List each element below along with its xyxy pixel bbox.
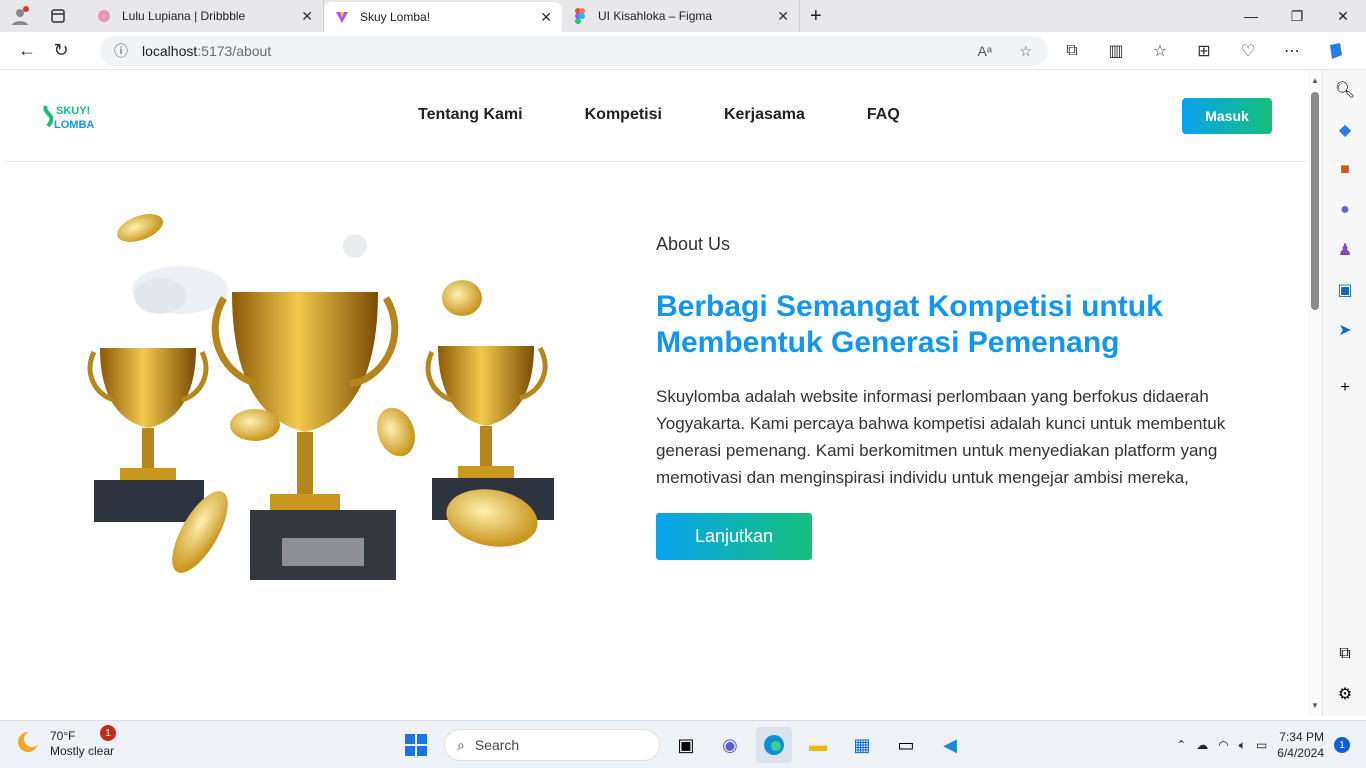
screenshot-icon[interactable]: ⧉	[1323, 634, 1366, 674]
split-screen-icon[interactable]: ▥	[1096, 36, 1136, 66]
performance-icon[interactable]: ♡	[1228, 36, 1268, 66]
menu-kompetisi[interactable]: Kompetisi	[585, 106, 662, 124]
dribbble-icon	[96, 8, 112, 24]
clock[interactable]: 7:34 PM 6/4/2024	[1277, 729, 1324, 761]
figma-icon	[572, 8, 588, 24]
copilot-icon[interactable]	[1316, 36, 1356, 66]
task-view-icon[interactable]: ▣	[668, 727, 704, 763]
extensions-icon[interactable]: ⧉	[1052, 36, 1092, 66]
close-window-icon[interactable]: ✕	[1320, 0, 1366, 32]
show-hidden-icons-icon[interactable]: ⌃	[1176, 738, 1186, 752]
skuy-lomba-logo[interactable]: SKUY! LOMBA	[42, 100, 114, 132]
about-section: About Us Berbagi Semangat Kompetisi untu…	[656, 234, 1266, 560]
restore-icon[interactable]: ❐	[1274, 0, 1320, 32]
url-field[interactable]: ⓘ localhost:5173/about Aᵃ ☆	[100, 36, 1048, 66]
address-bar-row: ← ↻ ⓘ localhost:5173/about Aᵃ ☆ ⧉ ▥ ☆ ⊞ …	[0, 32, 1366, 70]
scroll-down-icon[interactable]: ▼	[1311, 701, 1319, 710]
url-host: localhost	[142, 43, 198, 59]
add-sidebar-icon[interactable]: +	[1323, 368, 1366, 408]
close-tab-icon[interactable]: ✕	[777, 8, 789, 25]
favorites-icon[interactable]: ☆	[1140, 36, 1180, 66]
about-paragraph: Skuylomba adalah website informasi perlo…	[656, 387, 1226, 487]
url-path: :5173/about	[197, 43, 272, 59]
menu-faq[interactable]: FAQ	[867, 106, 900, 124]
info-icon[interactable]: ⓘ	[114, 41, 128, 61]
back-icon[interactable]: ←	[10, 34, 44, 68]
tab-skuy-lomba[interactable]: Skuy Lomba! ✕	[324, 2, 562, 32]
clock-date: 6/4/2024	[1277, 746, 1324, 760]
edge-icon[interactable]	[756, 727, 792, 763]
browser-tab-bar: Lulu Lupiana | Dribbble ✕ Skuy Lomba! ✕ …	[0, 0, 1366, 32]
close-tab-icon[interactable]: ✕	[540, 9, 552, 26]
tab-title: UI Kisahloka – Figma	[598, 9, 713, 23]
main-menu: Tentang Kami Kompetisi Kerjasama FAQ	[418, 106, 962, 124]
clock-time: 7:34 PM	[1279, 730, 1324, 744]
tab-dribbble[interactable]: Lulu Lupiana | Dribbble ✕	[86, 0, 324, 32]
weather-badge: 1	[100, 725, 116, 741]
weather-widget[interactable]: 70°F Mostly clear 1	[16, 725, 116, 759]
volume-icon[interactable]: 🔈︎	[1239, 738, 1246, 753]
minimize-icon[interactable]: —	[1228, 0, 1274, 32]
vite-icon	[334, 9, 350, 25]
send-icon[interactable]: ➤	[1323, 310, 1366, 350]
search-icon: ⌕	[457, 736, 465, 753]
menu-tentang-kami[interactable]: Tentang Kami	[418, 106, 523, 124]
svg-text:SKUY!: SKUY!	[56, 105, 90, 117]
site-navbar: SKUY! LOMBA Tentang Kami Kompetisi Kerja…	[4, 70, 1308, 162]
collections-icon[interactable]: ⊞	[1184, 36, 1224, 66]
start-icon[interactable]	[398, 727, 434, 763]
refresh-icon[interactable]: ↻	[44, 34, 78, 68]
weather-desc: Mostly clear	[50, 744, 115, 758]
more-menu-icon[interactable]: ⋯	[1272, 36, 1312, 66]
tab-figma[interactable]: UI Kisahloka – Figma ✕	[562, 0, 800, 32]
wifi-icon[interactable]: ◠	[1218, 738, 1228, 752]
battery-icon[interactable]: ▭	[1256, 738, 1267, 752]
taskbar-apps	[398, 727, 434, 763]
favorite-star-icon[interactable]: ☆	[1019, 43, 1032, 60]
menu-kerjasama[interactable]: Kerjasama	[724, 106, 805, 124]
store-icon[interactable]: ▦	[844, 727, 880, 763]
pinned-apps: ▣ ◉ ▬ ▦ ▭ ◀	[668, 727, 968, 763]
close-tab-icon[interactable]: ✕	[301, 8, 313, 25]
edge-sidebar: 🔍︎ ◆ ■ ● ♟ ▣ ➤ + ⧉ ⚙	[1322, 70, 1366, 716]
headline-line-2: Membentuk Generasi Pemenang	[656, 326, 1120, 359]
tab-title: Lulu Lupiana | Dribbble	[122, 9, 246, 23]
login-button[interactable]: Masuk	[1182, 98, 1272, 134]
about-us-label: About Us	[656, 234, 731, 254]
taskbar-search-placeholder: Search	[474, 737, 520, 753]
new-tab-icon[interactable]: +	[800, 0, 840, 32]
copilot-app-icon[interactable]: ●	[1323, 190, 1366, 230]
vscode-icon[interactable]: ◀	[932, 727, 968, 763]
search-icon[interactable]: 🔍︎	[1323, 70, 1366, 110]
tools-icon[interactable]: ■	[1323, 150, 1366, 190]
scroll-thumb[interactable]	[1311, 92, 1319, 310]
shopping-tag-icon[interactable]: ◆	[1323, 110, 1366, 150]
settings-icon[interactable]: ⚙	[1323, 674, 1366, 714]
continue-button[interactable]: Lanjutkan	[656, 513, 812, 560]
about-headline: Berbagi Semangat Kompetisi untuk Membent…	[656, 289, 1266, 361]
taskbar-search[interactable]: ⌕ Search	[444, 729, 660, 761]
file-explorer-icon[interactable]: ▬	[800, 727, 836, 763]
page-viewport: SKUY! LOMBA Tentang Kami Kompetisi Kerja…	[4, 70, 1308, 716]
system-tray: ⌃ ☁ ◠ 🔈︎ ▭ 7:34 PM 6/4/2024 1	[1176, 729, 1350, 761]
moon-weather-icon	[16, 730, 40, 759]
browser-toolbar-icons: ⧉ ▥ ☆ ⊞ ♡ ⋯	[1052, 36, 1356, 66]
profile-icon[interactable]	[0, 0, 40, 32]
windows-taskbar: 70°F Mostly clear 1 ⌕ Search ▣ ◉ ▬ ▦ ▭ ◀…	[0, 720, 1366, 768]
notification-badge[interactable]: 1	[1334, 737, 1350, 753]
window-controls: — ❐ ✕	[1228, 0, 1366, 32]
onedrive-off-icon[interactable]: ☁	[1196, 738, 1208, 752]
page-scrollbar[interactable]: ▲ ▼	[1308, 70, 1322, 716]
teams-meet-icon[interactable]: ◉	[712, 727, 748, 763]
headline-line-1: Berbagi Semangat Kompetisi untuk	[656, 290, 1163, 323]
svg-text:LOMBA: LOMBA	[54, 119, 94, 131]
terminal-icon[interactable]: ▭	[888, 727, 924, 763]
read-aloud-icon[interactable]: Aᵃ	[977, 43, 992, 59]
tab-title: Skuy Lomba!	[360, 10, 431, 24]
scroll-up-icon[interactable]: ▲	[1311, 76, 1319, 85]
trophies-illustration	[87, 214, 554, 580]
tab-actions-icon[interactable]	[40, 0, 86, 32]
outlook-icon[interactable]: ▣	[1323, 270, 1366, 310]
games-icon[interactable]: ♟	[1323, 230, 1366, 270]
